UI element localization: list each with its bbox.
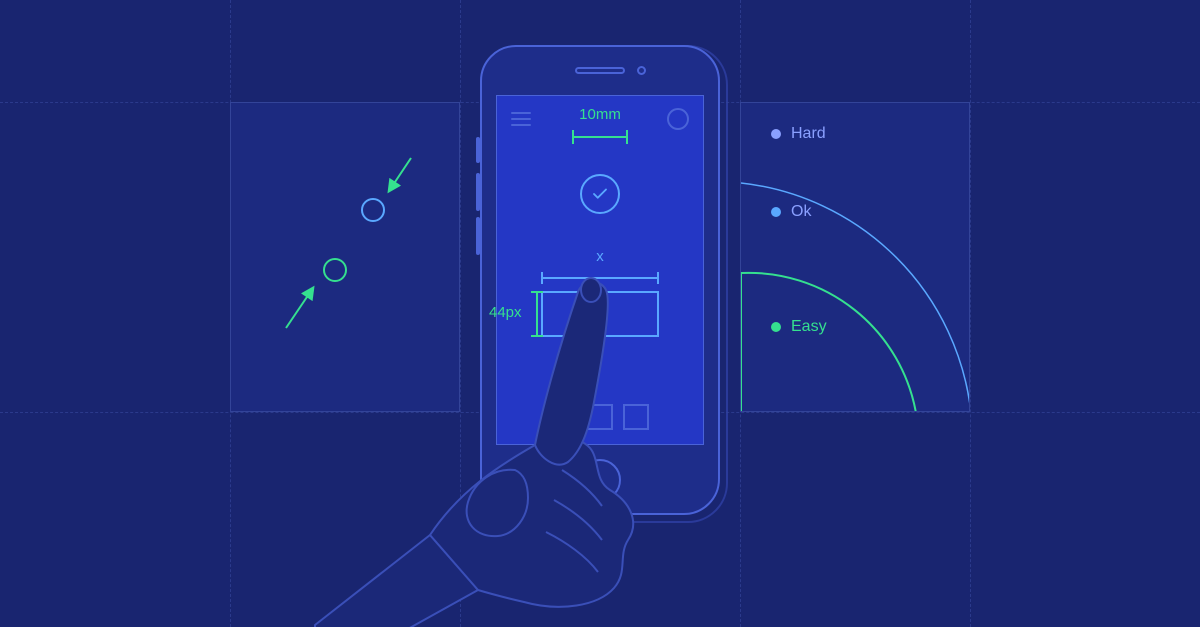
diagram-stage: Hard Ok Easy 10mm (0, 0, 1200, 627)
legend-dot-hard (771, 129, 781, 139)
phone-mute-switch (476, 137, 480, 163)
legend-ok: Ok (771, 203, 811, 221)
thumb-zone-arcs (741, 103, 970, 412)
dock-app-icon (551, 404, 577, 430)
legend-easy: Easy (771, 318, 827, 336)
phone-camera-icon (637, 66, 646, 75)
dim-10mm-bar (572, 130, 628, 144)
legend-hard: Hard (771, 125, 826, 143)
dim-x-bar (541, 272, 659, 284)
dock-app-icon (623, 404, 649, 430)
panel-thumb-zones: Hard Ok Easy (740, 102, 970, 412)
legend-dot-ok (771, 207, 781, 217)
legend-easy-label: Easy (791, 318, 827, 336)
nav-circle-icon (667, 108, 689, 130)
dim-44px-label: 44px (489, 304, 522, 321)
dim-10mm-label: 10mm (579, 106, 621, 123)
dim-x-label: x (596, 248, 604, 265)
arrows-icon (231, 103, 461, 413)
dim-44px-bar (531, 291, 543, 337)
checkmark-icon (589, 303, 611, 325)
legend-dot-easy (771, 322, 781, 332)
phone-frame: 10mm x 44px (480, 45, 720, 515)
touch-target-rect (541, 291, 659, 337)
dock-app-icon (587, 404, 613, 430)
legend-ok-label: Ok (791, 203, 811, 221)
guide-r2 (970, 0, 971, 627)
dock-icons (551, 404, 649, 430)
phone-speaker-icon (575, 67, 625, 74)
legend-hard-label: Hard (791, 125, 826, 143)
phone-screen: 10mm x 44px (496, 95, 704, 445)
panel-touch-targets (230, 102, 460, 412)
phone-volume-up (476, 173, 480, 211)
phone-volume-down (476, 217, 480, 255)
checkmark-circle-icon (580, 174, 620, 214)
phone-home-button (579, 459, 621, 501)
hamburger-icon (511, 108, 531, 130)
